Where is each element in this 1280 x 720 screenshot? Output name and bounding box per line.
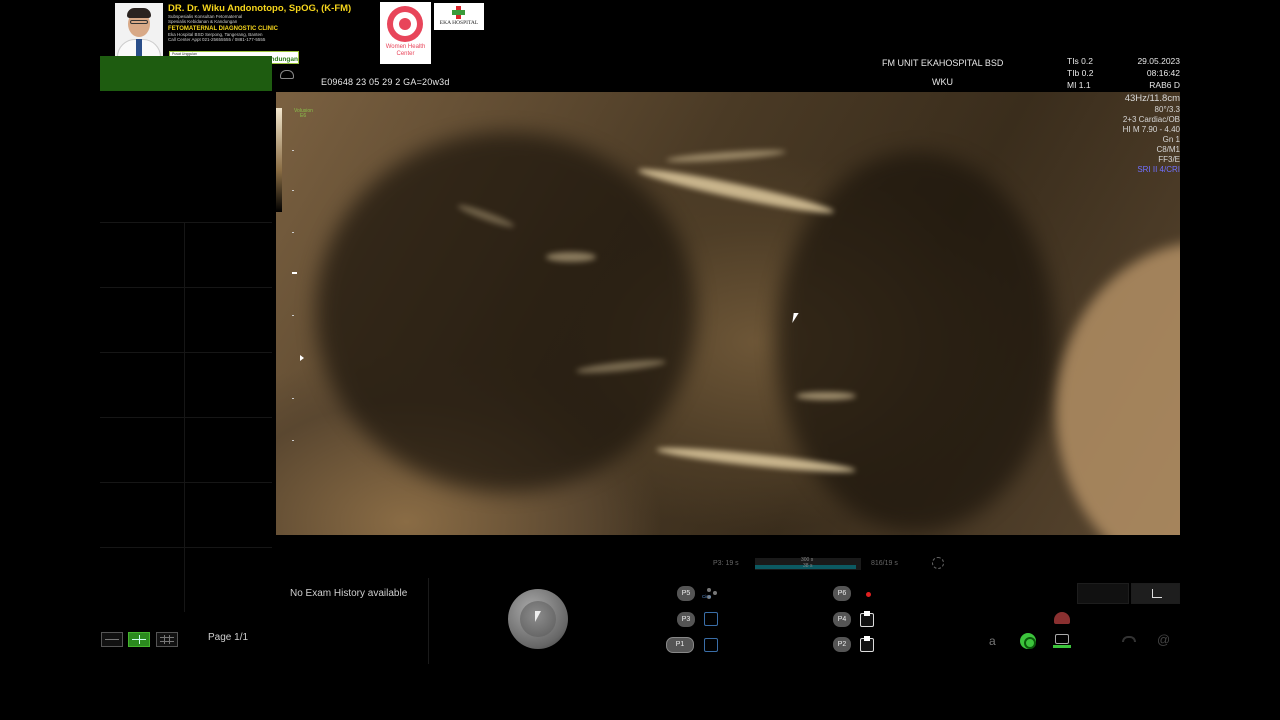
- whc-text: Women Health Center: [385, 44, 426, 57]
- p5-button[interactable]: P5: [677, 586, 695, 601]
- grayscale-bar: [276, 108, 282, 212]
- divider: [428, 578, 429, 664]
- operator-initials: WKU: [932, 77, 953, 87]
- depth-tick: [292, 440, 294, 441]
- chart-button[interactable]: [1131, 583, 1180, 604]
- cine-right-text: 816/19 s: [871, 560, 898, 567]
- scan-mode: 2+3 Cardiac/OB: [1122, 115, 1180, 124]
- p6-button[interactable]: P6: [833, 586, 851, 601]
- save-image-icon[interactable]: [704, 638, 718, 652]
- probe-name: RAB6 D: [1149, 80, 1180, 90]
- transfer-arrows-icon: [1053, 645, 1071, 649]
- exam-id-label: E09648 23 05 29 2 GA=20w3d: [321, 77, 450, 87]
- thumbnail-panel: [100, 92, 272, 612]
- mechanical-index: MI 1.1: [1067, 80, 1091, 90]
- email-icon[interactable]: @: [1157, 632, 1170, 647]
- exam-history-text: No Exam History available: [290, 588, 408, 599]
- layout-single-button[interactable]: [101, 632, 123, 647]
- scan-angle: 80°/3.3: [1154, 105, 1180, 114]
- depth-tick: [292, 315, 294, 316]
- exam-date: 29.05.2023: [1137, 56, 1180, 66]
- user-icon[interactable]: [1054, 612, 1070, 624]
- chart-icon: [1152, 589, 1162, 598]
- monitor-icon[interactable]: [1055, 634, 1069, 644]
- gain-value: Gn 1: [1162, 135, 1180, 144]
- cine-label: Cine: [702, 594, 712, 599]
- network-status-icon[interactable]: [1020, 633, 1036, 649]
- image-quality: HI M 7.90 - 4.40: [1122, 125, 1180, 134]
- printer-icon[interactable]: [860, 611, 874, 627]
- depth-tick: [292, 232, 294, 233]
- eka-text: EKA HOSPITAL: [439, 20, 479, 26]
- cine-stored: 38 s: [803, 563, 813, 569]
- women-health-center-logo: Women Health Center: [380, 2, 431, 64]
- p4-button[interactable]: P4: [833, 612, 851, 627]
- layout-multi-button[interactable]: [156, 632, 178, 647]
- institution-name: FM UNIT EKAHOSPITAL BSD: [882, 58, 1004, 68]
- depth-tick: [292, 150, 294, 151]
- depth-marker: [292, 272, 297, 274]
- annotation-letter[interactable]: a: [989, 634, 996, 648]
- save-clip-icon[interactable]: [704, 612, 718, 626]
- record-icon[interactable]: [860, 586, 874, 600]
- clinic-phone: Call Center Appt 021-25655555 / 0881-177…: [168, 37, 266, 42]
- mode-indicator-block: [100, 56, 272, 91]
- focus-marker-icon[interactable]: [300, 355, 304, 361]
- exam-time: 08:16:42: [1146, 68, 1180, 78]
- sri-setting: SRI II 4/CRI: [1137, 165, 1180, 174]
- cine-settings-icon[interactable]: [932, 557, 944, 569]
- report-edit-button[interactable]: [1077, 583, 1129, 604]
- frame-filter: FF3/E: [1158, 155, 1180, 164]
- thermal-index-soft-tissue: TIs 0.2: [1067, 56, 1093, 66]
- cine-left-text: P3: 19 s: [713, 560, 739, 567]
- eka-hospital-logo: EKA HOSPITAL: [434, 3, 484, 30]
- uterine-wall: [1056, 242, 1180, 535]
- printer-icon[interactable]: [860, 636, 874, 652]
- volume-label: Volusion E6: [294, 109, 313, 119]
- thermal-index-bone: TIb 0.2: [1067, 68, 1094, 78]
- depth-tick: [292, 190, 294, 191]
- cine-track[interactable]: 300 s 38 s: [755, 557, 861, 570]
- layout-grid-button[interactable]: [128, 632, 150, 647]
- trackball-icon[interactable]: [508, 589, 568, 649]
- depth-tick: [292, 398, 294, 399]
- cine-loop-bar[interactable]: P3: 19 s 300 s 38 s 816/19 s: [713, 557, 953, 572]
- share-icon[interactable]: Cine: [702, 586, 718, 600]
- page-indicator: Page 1/1: [208, 632, 249, 643]
- p3-button[interactable]: P3: [677, 612, 695, 627]
- doctor-title-2: Spesialis Kebidanan & Kandungan: [168, 19, 238, 24]
- p1-button[interactable]: P1: [666, 637, 694, 653]
- color-map: C8/M1: [1156, 145, 1180, 154]
- phone-icon[interactable]: [1122, 636, 1136, 642]
- doctor-name: DR. Dr. Wiku Andonotopo, SpOG, (K-FM): [168, 3, 352, 14]
- ultrasound-image[interactable]: [276, 92, 1180, 535]
- p2-button[interactable]: P2: [833, 637, 851, 652]
- volume-sub-label: E6: [300, 113, 307, 119]
- probe-icon: [280, 70, 294, 79]
- frame-rate-depth: 43Hz/11.8cm: [1124, 93, 1180, 104]
